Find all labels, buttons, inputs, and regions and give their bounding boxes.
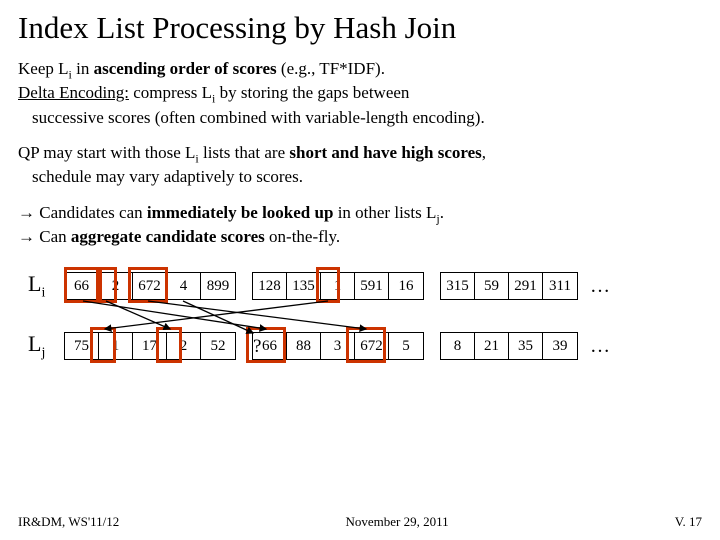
text: L xyxy=(28,331,41,356)
index-lists-diagram: Li 66 2 672 4 899 128 135 1 591 16 315 5… xyxy=(28,271,702,361)
lj-group-3: 8 21 35 39 xyxy=(440,332,578,360)
li-group-3: 315 59 291 311 xyxy=(440,272,578,300)
li-group-2: 128 135 1 591 16 xyxy=(252,272,424,300)
cell: 591 xyxy=(355,273,389,299)
text: . xyxy=(440,203,444,222)
footer-left: IR&DM, WS'11/12 xyxy=(18,514,119,530)
question-mark: ? xyxy=(253,336,261,358)
cell: 672 xyxy=(355,333,389,359)
cell: 1 xyxy=(99,333,133,359)
paragraph-1: Keep Li in ascending order of scores (e.… xyxy=(18,58,702,128)
text: in other lists L xyxy=(333,203,436,222)
cell: 2 xyxy=(167,333,201,359)
cell: 59 xyxy=(475,273,509,299)
subscript: j xyxy=(41,346,45,361)
text-bold: immediately be looked up xyxy=(147,203,334,222)
text: on-the-fly. xyxy=(265,227,340,246)
text: successive scores (often combined with v… xyxy=(18,108,485,127)
slide-footer: IR&DM, WS'11/12 November 29, 2011 V. 17 xyxy=(18,514,702,530)
cell: 39 xyxy=(543,333,577,359)
text: compress L xyxy=(129,83,212,102)
text: in xyxy=(72,59,94,78)
cell: 5 xyxy=(389,333,423,359)
cell: 899 xyxy=(201,273,235,299)
cell: 311 xyxy=(543,273,577,299)
ellipsis: … xyxy=(590,275,610,298)
text: Keep L xyxy=(18,59,69,78)
list-label-lj: Lj xyxy=(28,331,64,361)
list-row-lj: Lj 75 1 17 2 52 66 88 3 672 5 8 21 35 39 xyxy=(28,331,702,361)
cell: 88 xyxy=(287,333,321,359)
cell: 672 xyxy=(133,273,167,299)
cell: 17 xyxy=(133,333,167,359)
ellipsis: … xyxy=(590,335,610,358)
lj-group-1: 75 1 17 2 52 xyxy=(64,332,236,360)
paragraph-2: QP may start with those Li lists that ar… xyxy=(18,142,702,188)
subscript: i xyxy=(41,286,45,301)
cell: 128 xyxy=(253,273,287,299)
text-underline: Delta Encoding: xyxy=(18,83,129,102)
text-bold: short and have high scores xyxy=(289,143,481,162)
text: L xyxy=(28,271,41,296)
text: by storing the gaps between xyxy=(215,83,409,102)
footer-right: V. 17 xyxy=(675,514,702,530)
cell: 66 xyxy=(65,273,99,299)
cell: 1 xyxy=(321,273,355,299)
list-label-li: Li xyxy=(28,271,64,301)
text: lists that are xyxy=(199,143,290,162)
cell: 75 xyxy=(65,333,99,359)
text: → Candidates can xyxy=(18,203,147,222)
lj-group-2: 66 88 3 672 5 xyxy=(252,332,424,360)
text-bold: ascending order of scores xyxy=(94,59,277,78)
slide-title: Index List Processing by Hash Join xyxy=(18,10,702,46)
list-row-li: Li 66 2 672 4 899 128 135 1 591 16 315 5… xyxy=(28,271,702,301)
text: , xyxy=(482,143,486,162)
text: (e.g., TF*IDF). xyxy=(277,59,385,78)
text: QP may start with those L xyxy=(18,143,195,162)
cell: 3 xyxy=(321,333,355,359)
text-bold: aggregate candidate scores xyxy=(71,227,265,246)
li-group-1: 66 2 672 4 899 xyxy=(64,272,236,300)
text: schedule may vary adaptively to scores. xyxy=(18,167,303,186)
cell: 315 xyxy=(441,273,475,299)
arrow-block: → Candidates can immediately be looked u… xyxy=(18,202,702,248)
cell: 291 xyxy=(509,273,543,299)
cell: 4 xyxy=(167,273,201,299)
footer-center: November 29, 2011 xyxy=(345,514,448,530)
cell: 2 xyxy=(99,273,133,299)
text: → Can xyxy=(18,227,71,246)
cell: 21 xyxy=(475,333,509,359)
cell: 35 xyxy=(509,333,543,359)
cell: 52 xyxy=(201,333,235,359)
cell: 16 xyxy=(389,273,423,299)
cell: 135 xyxy=(287,273,321,299)
cell: 8 xyxy=(441,333,475,359)
